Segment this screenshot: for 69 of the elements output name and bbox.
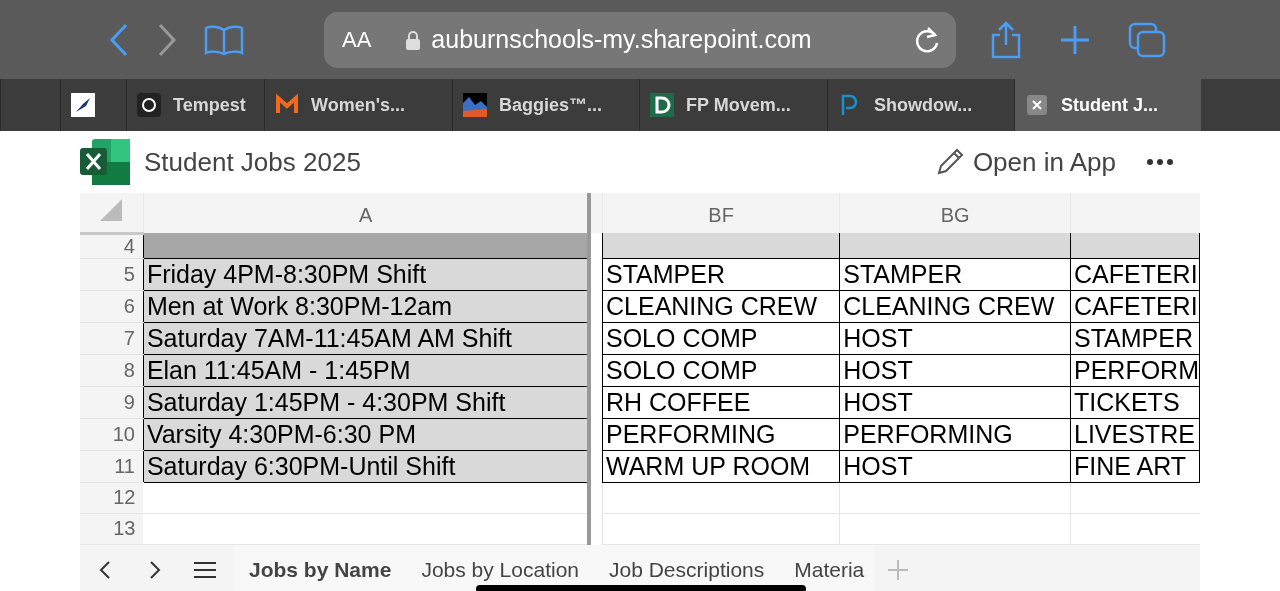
plus-icon[interactable] <box>1060 24 1090 55</box>
row-number[interactable]: 8 <box>123 358 135 381</box>
chevron-left-icon <box>99 561 111 579</box>
table-cell: LIVESTRE <box>1074 419 1195 448</box>
row-number[interactable]: 5 <box>123 262 135 285</box>
select-all-icon[interactable] <box>100 198 123 221</box>
browser-tab[interactable]: Baggies™... <box>452 79 639 131</box>
column-header[interactable]: BF <box>708 204 734 226</box>
table-cell: HOST <box>843 451 913 480</box>
lock-icon <box>405 29 422 50</box>
row-number[interactable]: 7 <box>123 326 135 349</box>
table-cell: SOLO COMP <box>606 355 758 384</box>
table-cell: Varsity 4:30PM-6:30 PM <box>146 419 416 448</box>
sheet-tab[interactable]: Jobs by Name <box>234 544 407 591</box>
table-cell: PERFORMING <box>606 419 776 448</box>
table-cell: HOST <box>843 387 913 416</box>
back-icon[interactable] <box>108 22 130 57</box>
table-cell: WARM UP ROOM <box>606 451 811 480</box>
book-icon[interactable] <box>204 23 244 56</box>
browser-tab[interactable]: Tempest <box>126 79 264 131</box>
menu-icon <box>194 562 216 578</box>
table-cell: STAMPER <box>843 259 963 288</box>
d-logo-icon <box>650 93 674 117</box>
workbook-title: Student Jobs 2025 <box>144 146 361 178</box>
mountain-icon <box>463 93 487 117</box>
table-cell: Men at Work 8:30PM-12am <box>146 291 453 320</box>
table-cell: Saturday 1:45PM - 4:30PM Shift <box>146 387 506 416</box>
table-cell: PERFORMING <box>843 419 1013 448</box>
table-cell: STAMPER <box>1074 323 1193 352</box>
table-cell: Saturday 7AM-11:45AM AM Shift <box>146 323 512 352</box>
table-cell: Elan 11:45AM - 1:45PM <box>146 355 411 384</box>
column-header[interactable]: BG <box>940 204 970 226</box>
text-size-button[interactable]: AA <box>342 26 372 53</box>
excel-logo-icon <box>80 139 130 185</box>
more-icon[interactable] <box>1146 158 1174 166</box>
table-cell: RH COFFEE <box>606 387 751 416</box>
table-cell: Saturday 6:30PM-Until Shift <box>146 451 456 480</box>
close-icon[interactable] <box>1025 93 1049 117</box>
open-in-app-button[interactable]: Open in App <box>934 146 1116 178</box>
chevron-right-icon <box>149 561 161 579</box>
row-number[interactable]: 4 <box>123 234 135 257</box>
forward-icon[interactable] <box>156 22 178 57</box>
table-cell: CAFETERI <box>1074 291 1198 320</box>
table-cell: CLEANING CREW <box>843 291 1055 320</box>
url-text: auburnschools-my.sharepoint.com <box>431 25 812 54</box>
row-number[interactable]: 6 <box>123 294 135 317</box>
browser-tab[interactable]: Student J... <box>1014 79 1201 131</box>
sheet-tab[interactable]: Job Descriptions <box>594 544 780 591</box>
sheet-tab[interactable]: Jobs by Location <box>406 544 594 591</box>
table-cell: CAFETERI <box>1074 259 1198 288</box>
table-cell: PERFORM <box>1074 355 1199 384</box>
row-number[interactable]: 9 <box>123 390 135 413</box>
table-cell: FINE ART <box>1074 451 1187 480</box>
table-cell: SOLO COMP <box>606 323 758 352</box>
reload-icon[interactable] <box>914 25 940 54</box>
sheet-tab[interactable]: Materia <box>779 544 874 591</box>
share-icon[interactable] <box>990 20 1022 59</box>
table-cell: HOST <box>843 355 913 384</box>
browser-tab[interactable]: FP Movem... <box>639 79 827 131</box>
table-cell: Friday 4PM-8:30PM Shift <box>146 259 427 288</box>
table-cell: CLEANING CREW <box>606 291 818 320</box>
address-bar[interactable]: AA auburnschools-my.sharepoint.com <box>324 11 956 68</box>
table-cell: HOST <box>843 323 913 352</box>
browser-tab[interactable]: Women's... <box>264 79 452 131</box>
add-sheet-icon[interactable] <box>888 560 908 580</box>
tabs-icon[interactable] <box>1128 21 1166 58</box>
table-cell: TICKETS <box>1074 387 1180 416</box>
table-cell: STAMPER <box>606 259 725 288</box>
column-header[interactable]: A <box>358 204 373 226</box>
